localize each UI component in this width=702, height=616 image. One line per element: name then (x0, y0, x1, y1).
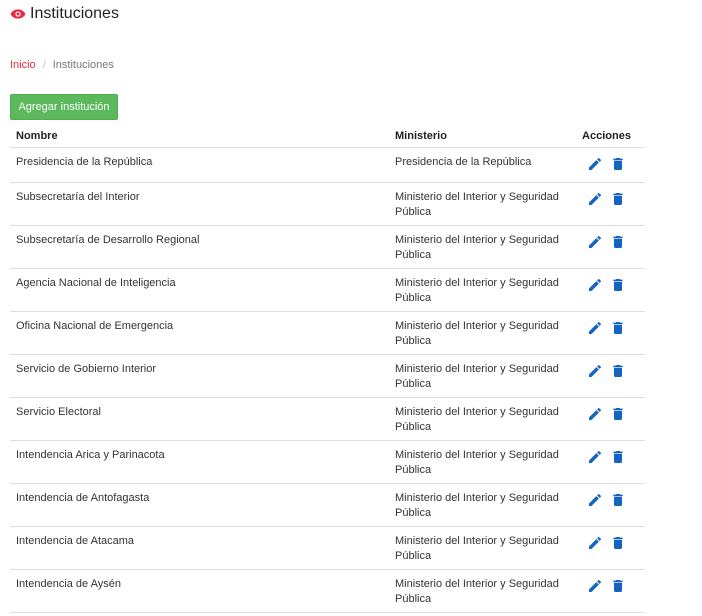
cell-acciones (568, 354, 645, 398)
edit-icon[interactable] (587, 156, 603, 172)
edit-icon[interactable] (587, 535, 603, 551)
cell-acciones (568, 483, 645, 527)
cell-acciones (568, 440, 645, 484)
column-header-ministerio: Ministerio (389, 124, 568, 148)
breadcrumb-home-link[interactable]: Inicio (10, 59, 36, 71)
cell-ministerio: Ministerio del Interior y Seguridad Públ… (389, 268, 568, 312)
table-row: Subsecretaría de Desarrollo Regional Min… (10, 225, 645, 269)
edit-icon[interactable] (587, 449, 603, 465)
edit-icon[interactable] (587, 191, 603, 207)
delete-icon[interactable] (610, 320, 626, 336)
table-row: Servicio Electoral Ministerio del Interi… (10, 397, 645, 441)
add-institution-button[interactable]: Agregar institución (10, 94, 118, 120)
eye-icon (10, 9, 26, 19)
cell-ministerio: Ministerio del Interior y Seguridad Públ… (389, 440, 568, 484)
column-header-acciones: Acciones (568, 124, 645, 148)
edit-icon[interactable] (587, 406, 603, 422)
table-row: Subsecretaría del Interior Ministerio de… (10, 182, 645, 226)
delete-icon[interactable] (610, 277, 626, 293)
edit-icon[interactable] (587, 492, 603, 508)
cell-ministerio: Ministerio del Interior y Seguridad Públ… (389, 569, 568, 613)
cell-ministerio: Ministerio del Interior y Seguridad Públ… (389, 483, 568, 527)
cell-ministerio: Ministerio del Interior y Seguridad Públ… (389, 182, 568, 226)
cell-ministerio: Ministerio del Interior y Seguridad Públ… (389, 397, 568, 441)
page-header: Instituciones (10, 4, 119, 24)
cell-acciones (568, 526, 645, 570)
delete-icon[interactable] (610, 578, 626, 594)
delete-icon[interactable] (610, 234, 626, 250)
cell-acciones (568, 397, 645, 441)
cell-nombre: Servicio Electoral (10, 397, 389, 441)
table-row: Servicio de Gobierno Interior Ministerio… (10, 354, 645, 398)
column-header-nombre: Nombre (10, 124, 389, 148)
breadcrumb: Inicio / Instituciones (10, 59, 114, 71)
table-row: Intendencia de Aysén Ministerio del Inte… (10, 569, 645, 613)
cell-acciones (568, 311, 645, 355)
cell-nombre: Servicio de Gobierno Interior (10, 354, 389, 398)
institutions-table: Nombre Ministerio Acciones Presidencia d… (10, 124, 645, 613)
page-title: Instituciones (30, 5, 119, 22)
cell-acciones (568, 268, 645, 312)
cell-nombre: Oficina Nacional de Emergencia (10, 311, 389, 355)
cell-ministerio: Ministerio del Interior y Seguridad Públ… (389, 354, 568, 398)
cell-nombre: Agencia Nacional de Inteligencia (10, 268, 389, 312)
cell-ministerio: Ministerio del Interior y Seguridad Públ… (389, 225, 568, 269)
cell-ministerio: Ministerio del Interior y Seguridad Públ… (389, 311, 568, 355)
cell-ministerio: Ministerio del Interior y Seguridad Públ… (389, 526, 568, 570)
cell-nombre: Presidencia de la República (10, 147, 389, 183)
table-row: Oficina Nacional de Emergencia Ministeri… (10, 311, 645, 355)
cell-nombre: Subsecretaría del Interior (10, 182, 389, 226)
breadcrumb-current: Instituciones (52, 59, 114, 71)
cell-acciones (568, 225, 645, 269)
delete-icon[interactable] (610, 449, 626, 465)
delete-icon[interactable] (610, 492, 626, 508)
delete-icon[interactable] (610, 363, 626, 379)
edit-icon[interactable] (587, 277, 603, 293)
cell-nombre: Intendencia de Atacama (10, 526, 389, 570)
cell-acciones (568, 182, 645, 226)
cell-nombre: Subsecretaría de Desarrollo Regional (10, 225, 389, 269)
edit-icon[interactable] (587, 363, 603, 379)
cell-acciones (568, 147, 645, 183)
table-row: Intendencia de Antofagasta Ministerio de… (10, 483, 645, 527)
table-row: Intendencia Arica y Parinacota Ministeri… (10, 440, 645, 484)
table-header-row: Nombre Ministerio Acciones (10, 124, 645, 148)
delete-icon[interactable] (610, 156, 626, 172)
delete-icon[interactable] (610, 535, 626, 551)
edit-icon[interactable] (587, 234, 603, 250)
edit-icon[interactable] (587, 578, 603, 594)
edit-icon[interactable] (587, 320, 603, 336)
table-body: Presidencia de la República Presidencia … (10, 147, 645, 613)
delete-icon[interactable] (610, 191, 626, 207)
cell-nombre: Intendencia Arica y Parinacota (10, 440, 389, 484)
cell-ministerio: Presidencia de la República (389, 147, 568, 183)
table-row: Agencia Nacional de Inteligencia Ministe… (10, 268, 645, 312)
cell-acciones (568, 569, 645, 613)
delete-icon[interactable] (610, 406, 626, 422)
table-row: Presidencia de la República Presidencia … (10, 147, 645, 183)
cell-nombre: Intendencia de Antofagasta (10, 483, 389, 527)
breadcrumb-separator: / (42, 59, 46, 71)
cell-nombre: Intendencia de Aysén (10, 569, 389, 613)
table-row: Intendencia de Atacama Ministerio del In… (10, 526, 645, 570)
